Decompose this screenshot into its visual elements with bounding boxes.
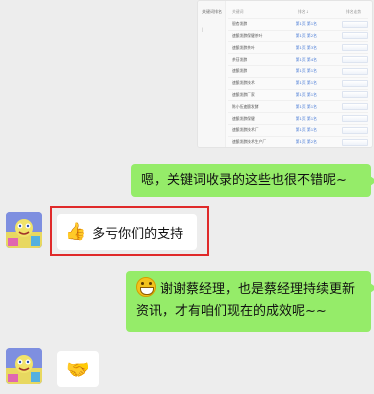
row-rank: 第1页 第1名 xyxy=(295,91,317,97)
table-row: 速酿发酵技术厂 第1页 第1名 xyxy=(228,125,368,137)
trend-sparkline xyxy=(342,44,368,52)
row-rank: 第1页 第1名 xyxy=(295,115,317,121)
row-trend xyxy=(342,20,368,28)
row-keyword: 速酿发酵保健茶叶 xyxy=(232,32,263,38)
row-keyword: 速酿发酵技术 xyxy=(232,80,255,86)
row-rank: 第1页 第1名 xyxy=(295,103,317,109)
image-sidebar-label: 关键词排名 xyxy=(202,9,222,14)
table-row: 速酿发酵厂家 第1页 第1名 xyxy=(228,90,368,102)
message-text: 嗯，关键词收录的这些也很不错呢~ xyxy=(141,173,347,188)
header-rank: 排名↓ xyxy=(298,9,309,15)
header-trend: 排名走势 xyxy=(346,9,362,15)
message-text: 谢谢蔡经理，也是蔡经理持续更新资讯，才有咱们现在的成效呢~~ xyxy=(136,282,356,319)
row-rank: 第1页 第4名 xyxy=(295,56,317,62)
row-trend xyxy=(342,44,368,52)
row-keyword: 速酿发酵 xyxy=(232,68,248,74)
row-keyword: 速酿发酵技术生产厂 xyxy=(232,139,267,145)
message-bubble-outgoing[interactable]: 嗯，关键词收录的这些也很不错呢~ xyxy=(131,164,374,197)
image-sidebar-mark: | xyxy=(202,27,204,32)
row-trend xyxy=(342,103,368,111)
table-row: 速酿发酵技术 第1页 第1名 xyxy=(228,78,368,90)
trend-sparkline xyxy=(342,103,368,111)
row-trend xyxy=(342,91,368,99)
table-row: 陈小伍速酿发酵 第1页 第1名 xyxy=(228,101,368,114)
handshake-icon: 🤝 xyxy=(66,358,90,381)
row-keyword: 银杏发酵 xyxy=(232,21,248,27)
table-row: 速酿发酵技术生产厂 第1页 第2名 xyxy=(228,137,368,147)
trend-sparkline xyxy=(342,138,368,146)
trend-sparkline xyxy=(342,79,368,87)
row-trend xyxy=(342,32,368,40)
row-rank: 第1页 第1名 xyxy=(295,127,317,133)
table-row: 速酿发酵茶叶 第1页 第3名 xyxy=(228,42,368,55)
row-trend xyxy=(342,67,368,75)
message-bubble-incoming[interactable]: 👍 多亏你们的支持 xyxy=(57,214,197,250)
table-row: 银杏发酵 第1页 第1名 xyxy=(228,19,368,31)
row-keyword: 速酿发酵保健 xyxy=(232,115,255,121)
row-trend xyxy=(342,115,368,123)
trend-sparkline xyxy=(342,91,368,99)
row-keyword: 速酿发酵厂家 xyxy=(232,91,255,97)
avatar-image xyxy=(6,348,42,384)
trend-sparkline xyxy=(342,56,368,64)
row-rank: 第1页 第1名 xyxy=(295,21,317,27)
message-bubble-outgoing[interactable]: 谢谢蔡经理，也是蔡经理持续更新资讯，才有咱们现在的成效呢~~ xyxy=(126,271,374,332)
trend-sparkline xyxy=(342,20,368,28)
trend-sparkline xyxy=(342,115,368,123)
trend-sparkline xyxy=(342,32,368,40)
avatar[interactable] xyxy=(6,212,42,248)
message-text: 多亏你们的支持 xyxy=(92,226,184,242)
row-rank: 第1页 第2名 xyxy=(295,139,317,145)
row-trend xyxy=(342,126,368,134)
keyword-table-header: 关键词 排名↓ 排名走势 xyxy=(228,7,368,19)
row-keyword: 速酿发酵技术厂 xyxy=(232,127,259,133)
row-rank: 第1页 第1名 xyxy=(295,80,317,86)
keyword-table: 关键词 排名↓ 排名走势 银杏发酵 第1页 第1名 速酿发酵保健茶叶 第1页 第2名速… xyxy=(228,7,368,147)
row-rank: 第1页 第2名 xyxy=(295,32,317,38)
avatar-image xyxy=(6,212,42,248)
thumbs-up-icon: 👍 xyxy=(65,222,87,242)
row-rank: 第1页 第3名 xyxy=(295,44,317,50)
grinning-emoji-icon xyxy=(136,277,156,297)
row-keyword: 速酿发酵茶叶 xyxy=(232,44,255,50)
shared-image-bubble[interactable]: 关键词排名 | 关键词 排名↓ 排名走势 银杏发酵 第1页 第1名 速酿发酵保健茶叶… xyxy=(197,0,373,148)
image-sidebar: 关键词排名 | xyxy=(198,1,226,147)
table-row: 速酿发酵保健 第1页 第1名 xyxy=(228,113,368,125)
row-keyword: 茶苷发酵 xyxy=(232,56,248,62)
table-row: 速酿发酵 第1页 第1名 xyxy=(228,66,368,78)
table-row: 茶苷发酵 第1页 第4名 xyxy=(228,54,368,66)
message-bubble-incoming[interactable]: 🤝 xyxy=(57,351,99,387)
row-trend xyxy=(342,56,368,64)
row-trend xyxy=(342,79,368,87)
trend-sparkline xyxy=(342,67,368,75)
row-rank: 第1页 第1名 xyxy=(295,68,317,74)
avatar[interactable] xyxy=(6,348,42,384)
header-keyword: 关键词 xyxy=(232,9,244,15)
trend-sparkline xyxy=(342,126,368,134)
row-trend xyxy=(342,138,368,146)
table-row: 速酿发酵保健茶叶 第1页 第2名 xyxy=(228,31,368,43)
row-keyword: 陈小伍速酿发酵 xyxy=(232,103,259,109)
